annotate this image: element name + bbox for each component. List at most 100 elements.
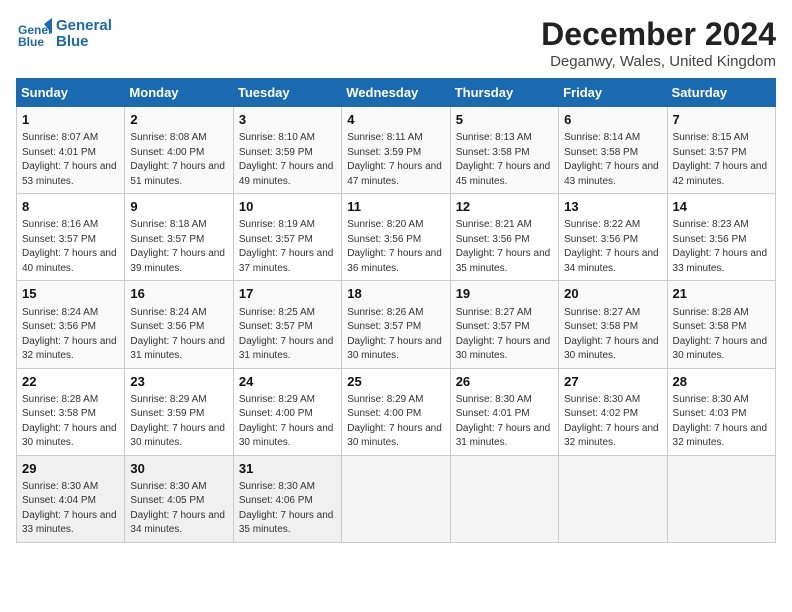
calendar-week-3: 15 Sunrise: 8:24 AM Sunset: 3:56 PM Dayl… [17,281,776,368]
logo: General Blue General Blue [16,16,112,52]
day-number: 15 [22,285,119,303]
calendar-cell: 8 Sunrise: 8:16 AM Sunset: 3:57 PM Dayli… [17,194,125,281]
day-number: 2 [130,111,227,129]
calendar-cell: 17 Sunrise: 8:25 AM Sunset: 3:57 PM Dayl… [233,281,341,368]
day-number: 19 [456,285,553,303]
cell-info: Sunrise: 8:07 AM Sunset: 4:01 PM Dayligh… [22,131,119,189]
day-number: 27 [564,373,661,391]
cell-info: Sunrise: 8:22 AM Sunset: 3:56 PM Dayligh… [564,218,661,276]
calendar-cell [559,455,667,542]
calendar-cell: 27 Sunrise: 8:30 AM Sunset: 4:02 PM Dayl… [559,368,667,455]
calendar-cell: 9 Sunrise: 8:18 AM Sunset: 3:57 PM Dayli… [125,194,233,281]
calendar-cell: 24 Sunrise: 8:29 AM Sunset: 4:00 PM Dayl… [233,368,341,455]
day-number: 9 [130,198,227,216]
cell-info: Sunrise: 8:27 AM Sunset: 3:57 PM Dayligh… [456,306,553,364]
day-number: 10 [239,198,336,216]
logo-icon: General Blue [16,16,52,52]
day-number: 1 [22,111,119,129]
calendar-week-2: 8 Sunrise: 8:16 AM Sunset: 3:57 PM Dayli… [17,194,776,281]
cell-info: Sunrise: 8:30 AM Sunset: 4:03 PM Dayligh… [673,393,770,451]
header-day-wednesday: Wednesday [342,79,450,107]
calendar-cell: 29 Sunrise: 8:30 AM Sunset: 4:04 PM Dayl… [17,455,125,542]
day-number: 17 [239,285,336,303]
calendar-cell: 3 Sunrise: 8:10 AM Sunset: 3:59 PM Dayli… [233,107,341,194]
page-header: General Blue General Blue December 2024 … [16,16,776,70]
cell-info: Sunrise: 8:11 AM Sunset: 3:59 PM Dayligh… [347,131,444,189]
page-title: December 2024 [541,16,776,53]
day-number: 31 [239,460,336,478]
cell-info: Sunrise: 8:23 AM Sunset: 3:56 PM Dayligh… [673,218,770,276]
cell-info: Sunrise: 8:15 AM Sunset: 3:57 PM Dayligh… [673,131,770,189]
day-number: 25 [347,373,444,391]
cell-info: Sunrise: 8:14 AM Sunset: 3:58 PM Dayligh… [564,131,661,189]
day-number: 22 [22,373,119,391]
cell-info: Sunrise: 8:28 AM Sunset: 3:58 PM Dayligh… [22,393,119,451]
calendar-cell [450,455,558,542]
calendar-cell: 4 Sunrise: 8:11 AM Sunset: 3:59 PM Dayli… [342,107,450,194]
calendar-week-1: 1 Sunrise: 8:07 AM Sunset: 4:01 PM Dayli… [17,107,776,194]
calendar-cell: 5 Sunrise: 8:13 AM Sunset: 3:58 PM Dayli… [450,107,558,194]
header-day-friday: Friday [559,79,667,107]
day-number: 30 [130,460,227,478]
header-day-saturday: Saturday [667,79,775,107]
cell-info: Sunrise: 8:29 AM Sunset: 4:00 PM Dayligh… [347,393,444,451]
calendar-cell: 26 Sunrise: 8:30 AM Sunset: 4:01 PM Dayl… [450,368,558,455]
cell-info: Sunrise: 8:13 AM Sunset: 3:58 PM Dayligh… [456,131,553,189]
cell-info: Sunrise: 8:24 AM Sunset: 3:56 PM Dayligh… [22,306,119,364]
cell-info: Sunrise: 8:28 AM Sunset: 3:58 PM Dayligh… [673,306,770,364]
calendar-table: SundayMondayTuesdayWednesdayThursdayFrid… [16,78,776,543]
calendar-cell: 19 Sunrise: 8:27 AM Sunset: 3:57 PM Dayl… [450,281,558,368]
calendar-cell: 21 Sunrise: 8:28 AM Sunset: 3:58 PM Dayl… [667,281,775,368]
calendar-week-4: 22 Sunrise: 8:28 AM Sunset: 3:58 PM Dayl… [17,368,776,455]
calendar-cell: 20 Sunrise: 8:27 AM Sunset: 3:58 PM Dayl… [559,281,667,368]
calendar-cell: 30 Sunrise: 8:30 AM Sunset: 4:05 PM Dayl… [125,455,233,542]
cell-info: Sunrise: 8:25 AM Sunset: 3:57 PM Dayligh… [239,306,336,364]
cell-info: Sunrise: 8:24 AM Sunset: 3:56 PM Dayligh… [130,306,227,364]
calendar-cell: 15 Sunrise: 8:24 AM Sunset: 3:56 PM Dayl… [17,281,125,368]
day-number: 14 [673,198,770,216]
header-day-tuesday: Tuesday [233,79,341,107]
day-number: 4 [347,111,444,129]
cell-info: Sunrise: 8:08 AM Sunset: 4:00 PM Dayligh… [130,131,227,189]
day-number: 11 [347,198,444,216]
calendar-cell: 12 Sunrise: 8:21 AM Sunset: 3:56 PM Dayl… [450,194,558,281]
calendar-cell: 31 Sunrise: 8:30 AM Sunset: 4:06 PM Dayl… [233,455,341,542]
cell-info: Sunrise: 8:30 AM Sunset: 4:05 PM Dayligh… [130,480,227,538]
cell-info: Sunrise: 8:16 AM Sunset: 3:57 PM Dayligh… [22,218,119,276]
header-day-monday: Monday [125,79,233,107]
cell-info: Sunrise: 8:10 AM Sunset: 3:59 PM Dayligh… [239,131,336,189]
day-number: 16 [130,285,227,303]
calendar-week-5: 29 Sunrise: 8:30 AM Sunset: 4:04 PM Dayl… [17,455,776,542]
cell-info: Sunrise: 8:30 AM Sunset: 4:04 PM Dayligh… [22,480,119,538]
logo-text: General Blue [56,18,112,51]
calendar-cell: 7 Sunrise: 8:15 AM Sunset: 3:57 PM Dayli… [667,107,775,194]
calendar-cell: 16 Sunrise: 8:24 AM Sunset: 3:56 PM Dayl… [125,281,233,368]
calendar-header-row: SundayMondayTuesdayWednesdayThursdayFrid… [17,79,776,107]
cell-info: Sunrise: 8:19 AM Sunset: 3:57 PM Dayligh… [239,218,336,276]
calendar-cell: 22 Sunrise: 8:28 AM Sunset: 3:58 PM Dayl… [17,368,125,455]
day-number: 20 [564,285,661,303]
calendar-cell: 18 Sunrise: 8:26 AM Sunset: 3:57 PM Dayl… [342,281,450,368]
day-number: 7 [673,111,770,129]
day-number: 24 [239,373,336,391]
day-number: 18 [347,285,444,303]
calendar-cell: 25 Sunrise: 8:29 AM Sunset: 4:00 PM Dayl… [342,368,450,455]
day-number: 8 [22,198,119,216]
calendar-cell: 23 Sunrise: 8:29 AM Sunset: 3:59 PM Dayl… [125,368,233,455]
day-number: 21 [673,285,770,303]
day-number: 12 [456,198,553,216]
day-number: 13 [564,198,661,216]
page-subtitle: Deganwy, Wales, United Kingdom [541,53,776,70]
calendar-cell [342,455,450,542]
cell-info: Sunrise: 8:26 AM Sunset: 3:57 PM Dayligh… [347,306,444,364]
calendar-cell: 1 Sunrise: 8:07 AM Sunset: 4:01 PM Dayli… [17,107,125,194]
calendar-cell: 2 Sunrise: 8:08 AM Sunset: 4:00 PM Dayli… [125,107,233,194]
day-number: 6 [564,111,661,129]
cell-info: Sunrise: 8:20 AM Sunset: 3:56 PM Dayligh… [347,218,444,276]
day-number: 3 [239,111,336,129]
calendar-cell: 11 Sunrise: 8:20 AM Sunset: 3:56 PM Dayl… [342,194,450,281]
day-number: 29 [22,460,119,478]
cell-info: Sunrise: 8:30 AM Sunset: 4:02 PM Dayligh… [564,393,661,451]
calendar-cell: 6 Sunrise: 8:14 AM Sunset: 3:58 PM Dayli… [559,107,667,194]
calendar-cell: 13 Sunrise: 8:22 AM Sunset: 3:56 PM Dayl… [559,194,667,281]
